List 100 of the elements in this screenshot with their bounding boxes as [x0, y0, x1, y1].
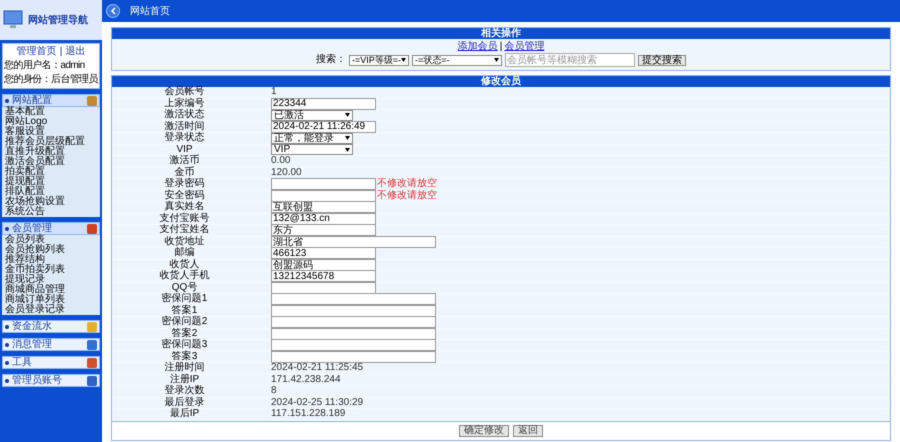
field-label: 收货人 — [168, 260, 200, 270]
menu-item[interactable]: 会员登录记录 — [5, 305, 97, 315]
input-field[interactable] — [271, 350, 436, 363]
field-value: 2024-02-21 11:25:45 — [271, 363, 364, 374]
menu-item[interactable]: 推荐结构 — [5, 255, 97, 265]
group-icon — [87, 224, 97, 234]
menu-group-header[interactable]: 资金流水 — [2, 320, 100, 333]
field-label: 激活时间 — [164, 122, 206, 132]
nav-link[interactable]: 管理首页 — [16, 46, 57, 58]
menu-group-title: 资金流水 — [12, 322, 53, 332]
field-value: 120.00 — [271, 168, 302, 178]
link-separator: | — [500, 41, 502, 53]
input-field[interactable] — [271, 178, 376, 190]
dropdown-icon — [345, 148, 350, 152]
field-label: 安全密码 — [164, 190, 206, 201]
input-field[interactable] — [271, 293, 436, 306]
menu-item[interactable]: 系统公告 — [5, 207, 97, 217]
input-field[interactable]: 2024-02-21 11:26:49 — [271, 120, 376, 133]
panel-title: 相关操作 — [481, 28, 521, 38]
menu-item[interactable]: 商城订单列表 — [5, 295, 97, 305]
select-field[interactable]: 已激活 — [271, 110, 353, 121]
menu-group-header[interactable]: 消息管理 — [2, 338, 100, 351]
menu-item[interactable]: 提现配置 — [5, 177, 97, 187]
field-value: 2024-02-25 11:30:29 — [271, 398, 364, 408]
search-field[interactable]: 会员帐号等模糊搜索 — [505, 53, 635, 67]
field-label: 收货人手机 — [158, 271, 210, 282]
action-link[interactable]: 会员管理 — [504, 41, 544, 53]
dropdown-icon — [494, 58, 499, 62]
menu-group-header[interactable]: 工具 — [2, 356, 100, 369]
menu-item[interactable]: 网站Logo — [5, 117, 97, 127]
menu-group-header[interactable]: 管理员账号 — [2, 374, 100, 387]
filter-select[interactable]: -=状态=- — [412, 54, 502, 66]
input-field[interactable] — [271, 190, 376, 202]
user-value: admin — [60, 59, 85, 72]
field-value: 171.42.238.244 — [271, 374, 341, 385]
field-label: 答案2 — [172, 328, 198, 339]
menu-item[interactable]: 农场抢购设置 — [5, 197, 97, 207]
field-label: 支付宝账号 — [158, 214, 210, 224]
field-label: 密保问题2 — [160, 317, 208, 328]
input-field[interactable] — [271, 339, 436, 352]
menu-group-title: 管理员账号 — [12, 376, 63, 386]
input-field[interactable] — [271, 316, 436, 328]
input-field[interactable]: 466123 — [271, 247, 376, 260]
field-label: 答案3 — [172, 352, 198, 362]
panel-title: 修改会员 — [481, 76, 521, 86]
input-field[interactable] — [271, 328, 436, 340]
input-field[interactable]: 13212345678 — [271, 270, 376, 282]
dropdown-icon — [345, 113, 350, 118]
filter-select[interactable]: -=VIP等级=- — [349, 54, 409, 66]
dropdown-icon — [401, 58, 406, 62]
field-label: 上家编号 — [164, 98, 206, 109]
input-field[interactable]: 创盟源码 — [271, 258, 376, 271]
action-link[interactable]: 添加会员 — [458, 41, 498, 53]
logo-title: 网站管理导航 — [28, 13, 88, 28]
menu-item[interactable]: 提现记录 — [5, 275, 97, 285]
monitor-icon — [3, 10, 25, 30]
input-field[interactable]: 132@133.cn — [271, 212, 376, 225]
menu-item[interactable]: 金币拍卖列表 — [5, 265, 97, 275]
input-field[interactable] — [271, 282, 376, 294]
menu-item[interactable]: 客服设置 — [5, 127, 97, 137]
menu-group-header[interactable]: 网站配置 — [2, 94, 100, 107]
field-label: 真实姓名 — [164, 202, 206, 212]
input-field[interactable]: 223344 — [271, 98, 376, 110]
page-title: 网站首页 — [130, 4, 170, 18]
select-field[interactable]: 正常，能登录 — [271, 132, 353, 144]
menu-item[interactable]: 商城商品管理 — [5, 285, 97, 295]
search-button[interactable]: 提交搜索 — [638, 54, 686, 66]
form-button[interactable]: 确定修改 — [459, 424, 509, 436]
menu-group-title: 网站配置 — [12, 96, 53, 106]
menu-item[interactable]: 激活会员配置 — [5, 157, 97, 167]
field-label: 收货地址 — [164, 236, 206, 247]
menu-group-header[interactable]: 会员管理 — [2, 222, 100, 235]
input-field[interactable]: 湖北省 — [271, 236, 436, 248]
input-field[interactable]: 互联创盟 — [271, 201, 376, 214]
bullet-icon — [5, 98, 9, 102]
field-label: 密保问题1 — [160, 294, 208, 304]
back-icon[interactable] — [106, 4, 120, 18]
form-button[interactable]: 返回 — [513, 424, 543, 436]
field-value: 0.00 — [271, 156, 290, 166]
menu-item[interactable]: 拍卖配置 — [5, 167, 97, 177]
field-label: QQ号 — [172, 282, 198, 293]
field-label: 登录次数 — [164, 386, 206, 396]
nav-link[interactable]: 退出 — [65, 46, 86, 58]
menu-item[interactable]: 会员抢购列表 — [5, 245, 97, 255]
field-label: 最后登录 — [164, 398, 206, 408]
menu-item[interactable]: 基本配置 — [5, 107, 97, 117]
menu-item[interactable]: 排队配置 — [5, 187, 97, 197]
field-label: 密保问题3 — [160, 340, 208, 350]
bullet-icon — [5, 226, 9, 230]
field-label: VIP — [175, 144, 193, 155]
menu-item[interactable]: 推荐会员层级配置 — [5, 137, 97, 147]
menu-item[interactable]: 会员列表 — [5, 235, 97, 245]
menu-item[interactable]: 直推升级配置 — [5, 147, 97, 157]
field-label: 激活币 — [168, 156, 200, 166]
field-label: 注册IP — [168, 374, 200, 385]
input-field[interactable] — [271, 304, 436, 317]
field-label: 邮编 — [174, 248, 196, 258]
field-label: 会员帐号 — [164, 87, 206, 98]
bullet-icon — [5, 360, 9, 364]
select-field[interactable]: VIP — [271, 144, 353, 156]
